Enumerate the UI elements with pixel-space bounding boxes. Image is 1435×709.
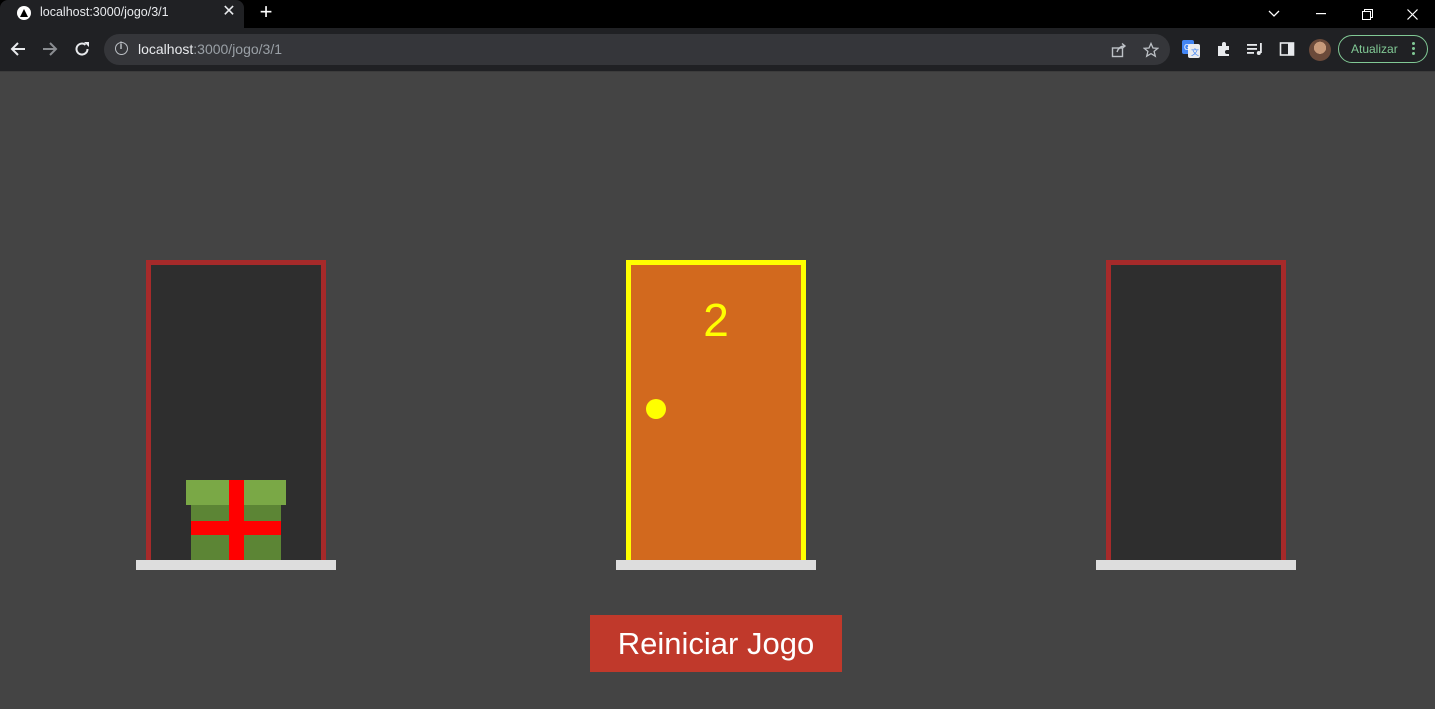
svg-text:G: G <box>1184 43 1190 52</box>
bookmark-star-icon[interactable] <box>1142 41 1160 59</box>
site-info-icon[interactable] <box>115 41 128 55</box>
close-window-icon[interactable] <box>1389 0 1435 28</box>
nextjs-favicon-icon <box>17 6 31 20</box>
minimize-icon[interactable] <box>1298 0 1344 28</box>
new-tab-button[interactable]: + <box>256 1 276 23</box>
door-frame <box>146 260 326 565</box>
reload-icon[interactable] <box>71 38 93 60</box>
restart-game-button[interactable]: Reiniciar Jogo <box>590 615 842 672</box>
url-text[interactable]: localhost:3000/jogo/3/1 <box>138 41 282 57</box>
forward-arrow-icon[interactable] <box>39 38 61 60</box>
svg-text:文: 文 <box>1191 47 1199 57</box>
extensions-puzzle-icon[interactable] <box>1214 39 1234 59</box>
profile-avatar[interactable] <box>1309 39 1331 61</box>
browser-tab[interactable]: localhost:3000/jogo/3/1 ✕ <box>0 0 244 28</box>
tab-search-chevron-icon[interactable] <box>1251 0 1297 28</box>
door-floor <box>616 560 816 570</box>
back-arrow-icon[interactable] <box>7 38 29 60</box>
side-panel-icon[interactable] <box>1277 39 1297 59</box>
door-3[interactable] <box>1096 260 1296 570</box>
update-label: Atualizar <box>1351 42 1398 56</box>
door-floor <box>136 560 336 570</box>
restore-icon[interactable] <box>1344 0 1390 28</box>
media-queue-icon[interactable] <box>1245 39 1265 59</box>
gift-icon <box>186 480 286 565</box>
tab-strip: localhost:3000/jogo/3/1 ✕ + <box>0 0 1435 28</box>
door-panel[interactable]: 2 <box>626 260 806 560</box>
door-1[interactable] <box>136 260 336 570</box>
door-knob[interactable] <box>646 399 666 419</box>
door-frame <box>1106 260 1286 560</box>
door-number: 2 <box>703 294 729 346</box>
door-2[interactable]: 2 <box>616 260 816 570</box>
close-tab-icon[interactable]: ✕ <box>221 4 237 20</box>
tab-title: localhost:3000/jogo/3/1 <box>40 5 169 19</box>
gift-ribbon-vertical <box>229 480 244 565</box>
address-bar[interactable]: localhost:3000/jogo/3/1 <box>104 34 1170 65</box>
door-floor <box>1096 560 1296 570</box>
update-button[interactable]: Atualizar <box>1338 35 1428 63</box>
translate-icon[interactable]: G文 <box>1181 39 1201 59</box>
share-icon[interactable] <box>1110 41 1128 59</box>
browser-toolbar: localhost:3000/jogo/3/1 G文 Atualizar <box>0 28 1435 72</box>
more-menu-icon[interactable] <box>1412 40 1416 58</box>
